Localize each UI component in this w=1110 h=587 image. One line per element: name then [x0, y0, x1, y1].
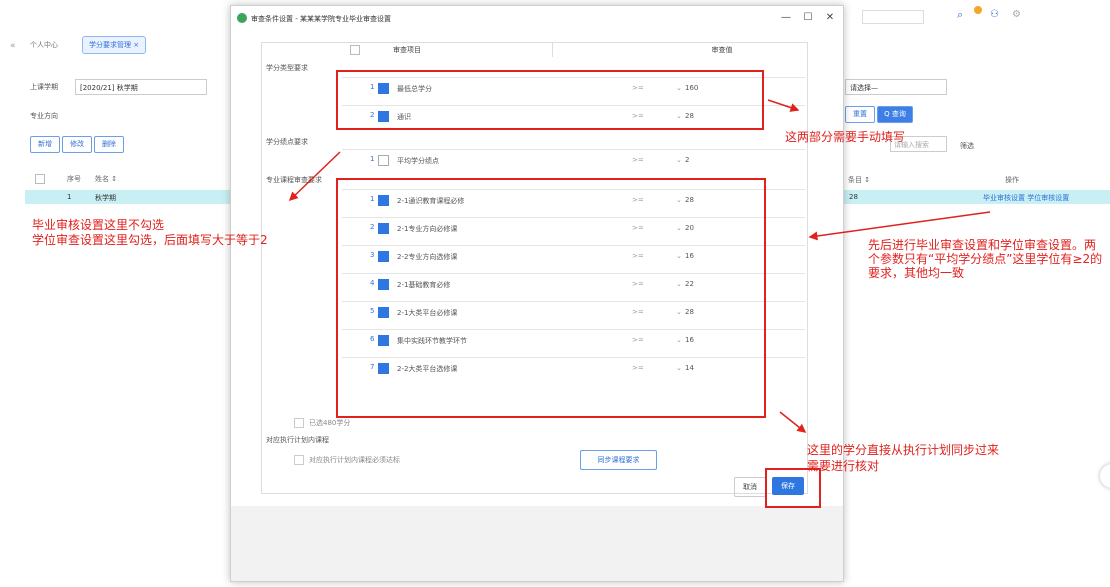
- arrow-to-credit-box: [767, 99, 800, 112]
- arrow-to-courses-box: [808, 211, 991, 241]
- arrow-to-sync-note: [779, 411, 807, 433]
- annotation-arrows: [288, 99, 991, 433]
- arrow-to-graduation-note: [288, 151, 341, 202]
